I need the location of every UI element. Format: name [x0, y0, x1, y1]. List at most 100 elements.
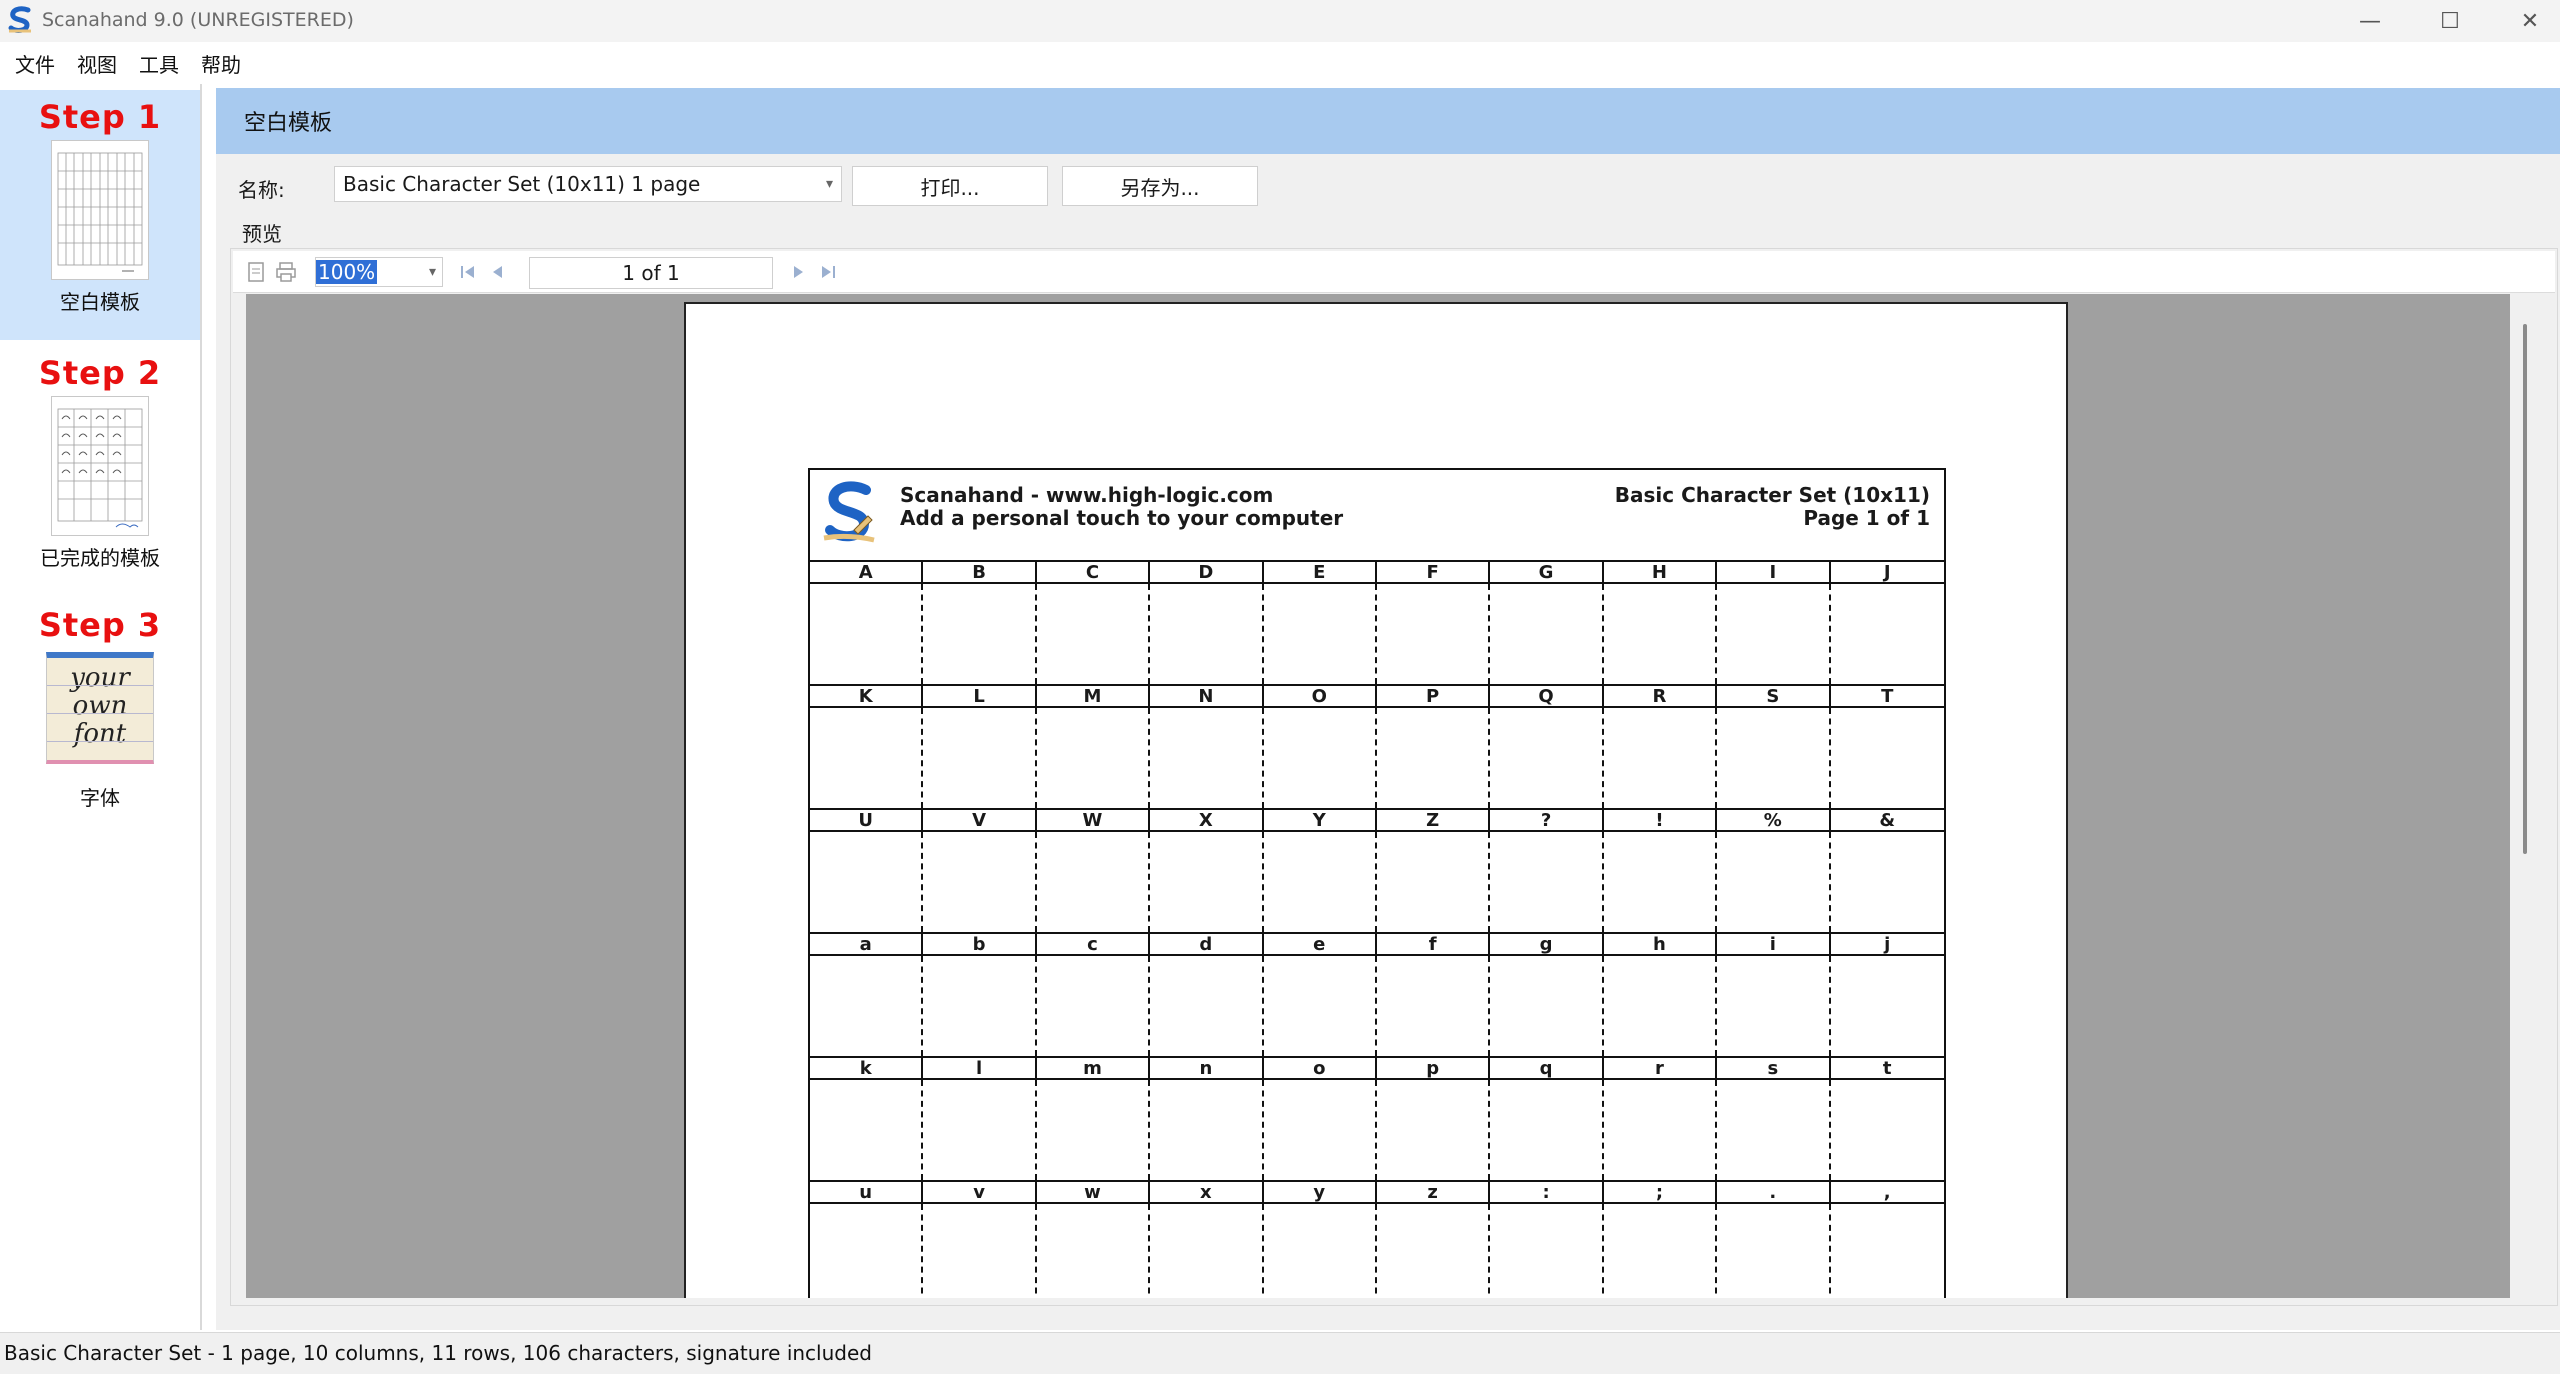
character-row-labels: klmnopqrs t [810, 1058, 1944, 1080]
character-cell [1604, 584, 1718, 684]
character-cell [1150, 1204, 1264, 1298]
menu-tools[interactable]: 工具 [128, 45, 190, 82]
character-row: ABCDEFGHI J [810, 562, 1944, 686]
name-label: 名称: [238, 178, 285, 202]
scrollbar-thumb[interactable] [2523, 324, 2527, 854]
font-thumb-word-2: own [72, 691, 128, 721]
character-cell [1490, 956, 1604, 1056]
character-label: S [1717, 686, 1831, 707]
character-row-cells [810, 956, 1944, 1058]
vertical-scrollbar[interactable] [2510, 294, 2540, 1298]
sidebar-step-3[interactable]: Step 3 your own font 字体 [0, 598, 200, 828]
print-icon[interactable] [273, 259, 299, 285]
preview-viewport[interactable]: Scanahand - www.high-logic.com Add a per… [246, 294, 2510, 1298]
character-label: y [1264, 1182, 1377, 1203]
character-row-cells [810, 832, 1944, 934]
character-row-cells [810, 1204, 1944, 1298]
character-label: k [810, 1058, 924, 1079]
zoom-select[interactable]: 100% ▾ [315, 257, 443, 287]
sheet-header-line-2: Add a personal touch to your computer [900, 506, 1344, 530]
character-label: z [1377, 1182, 1491, 1203]
print-button[interactable]: 打印... [852, 166, 1048, 206]
title-bar: Scanahand 9.0 (UNREGISTERED) — ☐ ✕ [0, 0, 2560, 42]
character-cell [1490, 1204, 1604, 1298]
character-label: b [923, 934, 1037, 955]
character-cell [1490, 708, 1604, 808]
sidebar-step-2[interactable]: Step 2 已完成的模板 [0, 346, 200, 586]
character-label: v [923, 1182, 1037, 1203]
menu-bar: 文件 视图 工具 帮助 [0, 42, 2560, 84]
page-indicator[interactable]: 1 of 1 [529, 257, 773, 289]
character-label: x [1150, 1182, 1264, 1203]
character-cell [1604, 1204, 1718, 1298]
menu-help[interactable]: 帮助 [190, 45, 252, 82]
character-row-cells [810, 708, 1944, 810]
sheet-header-right: Basic Character Set (10x11) Page 1 of 1 [1615, 484, 1930, 530]
next-page-icon[interactable] [785, 259, 811, 285]
character-label: C [1037, 562, 1151, 583]
character-cell [810, 1204, 924, 1298]
character-cell [1037, 956, 1151, 1056]
character-cell [1831, 708, 1944, 808]
character-cell [1037, 708, 1151, 808]
character-label: D [1150, 562, 1264, 583]
character-cell [1264, 1080, 1377, 1180]
minimize-button[interactable]: — [2334, 0, 2406, 42]
character-label: A [810, 562, 924, 583]
page-setup-icon[interactable] [243, 259, 269, 285]
character-label: c [1037, 934, 1151, 955]
status-bar: Basic Character Set - 1 page, 10 columns… [0, 1332, 2560, 1374]
close-button[interactable]: ✕ [2494, 0, 2560, 42]
character-cell [810, 708, 924, 808]
character-label: q [1490, 1058, 1604, 1079]
character-label: F [1377, 562, 1491, 583]
character-label: j [1884, 934, 1891, 955]
character-cell [1377, 1080, 1491, 1180]
character-label: l [923, 1058, 1037, 1079]
character-label: E [1264, 562, 1377, 583]
step-1-title: Step 1 [38, 98, 162, 136]
menu-file[interactable]: 文件 [4, 45, 66, 82]
character-label: Z [1377, 810, 1491, 831]
chevron-down-icon: ▾ [428, 264, 436, 280]
character-label: G [1490, 562, 1604, 583]
character-cell [1264, 708, 1377, 808]
menu-view[interactable]: 视图 [66, 45, 128, 82]
character-row: KLMNOPQRS T [810, 686, 1944, 810]
character-label: g [1490, 934, 1604, 955]
sidebar-step-1[interactable]: Step 1 空白模板 [0, 90, 200, 340]
maximize-icon: ☐ [2440, 8, 2460, 34]
save-as-button[interactable]: 另存为... [1062, 166, 1258, 206]
template-name-select[interactable]: Basic Character Set (10x11) 1 page ▾ [334, 166, 842, 202]
character-label: O [1264, 686, 1377, 707]
first-page-icon[interactable] [455, 259, 481, 285]
previous-page-icon[interactable] [485, 259, 511, 285]
maximize-button[interactable]: ☐ [2414, 0, 2486, 42]
character-cell [810, 1080, 924, 1180]
character-row-labels: abcdefghi j [810, 934, 1944, 956]
character-row-labels: KLMNOPQRS T [810, 686, 1944, 708]
character-cell [1264, 584, 1377, 684]
character-cell [1264, 1204, 1377, 1298]
character-cell [1717, 1204, 1831, 1298]
character-cell [923, 1080, 1037, 1180]
character-label: R [1604, 686, 1718, 707]
character-cell [1150, 1080, 1264, 1180]
character-label: p [1377, 1058, 1491, 1079]
character-cell [1264, 956, 1377, 1056]
character-label: w [1037, 1182, 1151, 1203]
character-label: V [923, 810, 1037, 831]
character-label: & [1879, 810, 1896, 831]
page-banner: 空白模板 [216, 88, 2560, 154]
last-page-icon[interactable] [815, 259, 841, 285]
scanahand-logo-icon [823, 481, 875, 543]
character-cell [923, 956, 1037, 1056]
character-cell [1377, 584, 1491, 684]
character-label: Q [1490, 686, 1604, 707]
character-label: W [1037, 810, 1151, 831]
character-cell [1604, 1080, 1718, 1180]
character-cell [1717, 1080, 1831, 1180]
character-row: abcdefghi j [810, 934, 1944, 1058]
character-label: Y [1264, 810, 1377, 831]
character-label: B [923, 562, 1037, 583]
